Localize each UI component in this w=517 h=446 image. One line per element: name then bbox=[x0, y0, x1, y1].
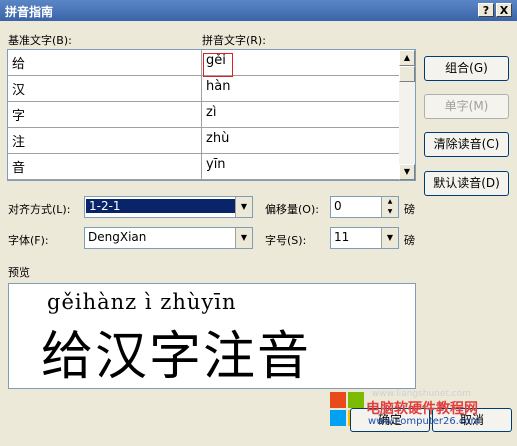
spin-down-icon[interactable]: ▼ bbox=[381, 207, 398, 217]
align-select[interactable]: 1-2-1 ▼ bbox=[84, 196, 253, 218]
help-button[interactable]: ? bbox=[478, 3, 494, 17]
pinyin-cell[interactable]: zhù bbox=[202, 128, 400, 154]
font-label: 字体(F): bbox=[8, 234, 49, 247]
dialog-title: 拼音指南 bbox=[5, 5, 54, 19]
scroll-thumb[interactable] bbox=[399, 66, 415, 82]
size-select[interactable]: 11 ▼ bbox=[330, 227, 399, 249]
size-unit: 磅 bbox=[404, 234, 415, 247]
offset-stepper[interactable]: 0 ▲ ▼ bbox=[330, 196, 399, 218]
pinyin-cell[interactable]: yīn bbox=[202, 154, 400, 180]
chevron-down-icon[interactable]: ▼ bbox=[235, 228, 252, 248]
pinyin-guide-dialog: 拼音指南 ? X 基准文字(B): 拼音文字(R): 给 gěi 汉 hàn 字… bbox=[0, 0, 517, 446]
preview-label: 预览 bbox=[8, 266, 30, 279]
size-label: 字号(S): bbox=[265, 234, 307, 247]
text-grid: 给 gěi 汉 hàn 字 zì 注 zhù 音 yīn ▲ ▼ bbox=[7, 49, 416, 181]
close-button[interactable]: X bbox=[496, 3, 512, 17]
pinyin-text-label: 拼音文字(R): bbox=[202, 34, 266, 47]
align-label: 对齐方式(L): bbox=[8, 203, 71, 216]
default-reading-button[interactable]: 默认读音(D) bbox=[424, 171, 509, 196]
base-cell[interactable]: 音 bbox=[8, 154, 202, 180]
preview-pinyin: gěihànz ì zhùyīn bbox=[47, 290, 237, 314]
preview-hanzi: 给汉字注音 bbox=[41, 327, 312, 387]
base-cell[interactable]: 汉 bbox=[8, 76, 202, 102]
offset-label: 偏移量(O): bbox=[265, 203, 319, 216]
offset-value: 0 bbox=[334, 199, 342, 213]
watermark-site: www.computer26.com bbox=[368, 416, 481, 427]
pinyin-cell-selection bbox=[203, 53, 233, 77]
pinyin-cell[interactable]: zì bbox=[202, 102, 400, 128]
title-bar: 拼音指南 ? X bbox=[0, 0, 517, 21]
chevron-down-icon[interactable]: ▼ bbox=[381, 228, 398, 248]
combine-button[interactable]: 组合(G) bbox=[424, 56, 509, 81]
base-cell[interactable]: 注 bbox=[8, 128, 202, 154]
base-text-label: 基准文字(B): bbox=[8, 34, 72, 47]
preview-box: gěihànz ì zhùyīn 给汉字注音 bbox=[8, 283, 416, 389]
scroll-down-icon[interactable]: ▼ bbox=[399, 164, 415, 180]
watermark-brand: 电脑软硬件教程网 bbox=[366, 401, 478, 417]
font-value: DengXian bbox=[88, 230, 147, 244]
offset-unit: 磅 bbox=[404, 203, 415, 216]
font-select[interactable]: DengXian ▼ bbox=[84, 227, 253, 249]
base-cell[interactable]: 字 bbox=[8, 102, 202, 128]
size-value: 11 bbox=[334, 230, 350, 244]
base-cell[interactable]: 给 bbox=[8, 50, 202, 76]
pinyin-cell[interactable]: hàn bbox=[202, 76, 400, 102]
spin-up-icon[interactable]: ▲ bbox=[381, 197, 398, 207]
single-char-button[interactable]: 单字(M) bbox=[424, 94, 509, 119]
grid-scrollbar[interactable]: ▲ ▼ bbox=[399, 50, 415, 180]
clear-reading-button[interactable]: 清除读音(C) bbox=[424, 132, 509, 157]
align-value: 1-2-1 bbox=[86, 199, 247, 213]
chevron-down-icon[interactable]: ▼ bbox=[235, 197, 252, 217]
scroll-up-icon[interactable]: ▲ bbox=[399, 50, 415, 66]
